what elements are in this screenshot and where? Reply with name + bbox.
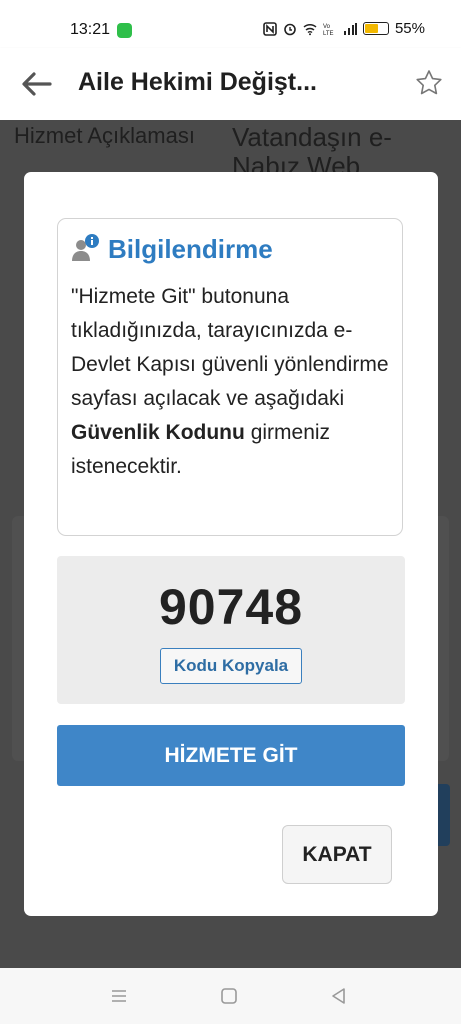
info-text-bold: Güvenlik Kodunu: [71, 421, 245, 444]
info-title: Bilgilendirme: [108, 234, 273, 264]
battery-percent: 55%: [394, 20, 425, 37]
status-bar: 13:21 Vo LTE 55%: [0, 0, 461, 48]
system-nav-bar: [0, 968, 461, 1024]
wifi-icon: [303, 23, 317, 35]
menu-icon[interactable]: [109, 986, 129, 1006]
svg-text:Vo: Vo: [323, 24, 331, 30]
user-info-icon: [72, 234, 99, 261]
battery-icon: [362, 22, 389, 35]
close-button[interactable]: KAPAT: [282, 825, 392, 884]
info-box: Bilgilendirme "Hizmete Git" butonuna tık…: [57, 218, 403, 536]
status-time: 13:21: [70, 21, 111, 38]
alarm-icon: [284, 23, 296, 35]
app-bar: Aile Hekimi Değişt...: [0, 48, 461, 120]
svg-text:LTE: LTE: [323, 31, 334, 36]
go-to-service-button[interactable]: HİZMETE GİT: [57, 725, 405, 786]
security-code: 90748: [158, 579, 304, 635]
copy-code-button[interactable]: Kodu Kopyala: [160, 648, 302, 684]
service-description-label: Hizmet Açıklaması: [14, 123, 195, 148]
home-icon[interactable]: [219, 986, 239, 1006]
star-outline-icon[interactable]: [414, 68, 444, 98]
info-text: "Hizmete Git" butonuna tıkladığınızda, t…: [71, 280, 391, 484]
info-dialog: Bilgilendirme "Hizmete Git" butonuna tık…: [24, 172, 438, 916]
back-triangle-icon[interactable]: [329, 986, 349, 1006]
nfc-icon: [263, 21, 277, 36]
arrow-left-icon[interactable]: [20, 70, 52, 98]
info-text-before: "Hizmete Git" butonuna tıkladığınızda, t…: [71, 285, 389, 410]
volte-icon: VoLTE: [323, 24, 334, 36]
security-code-box: 90748 Kodu Kopyala: [57, 556, 405, 704]
page-title: Aile Hekimi Değişt...: [78, 68, 317, 96]
message-icon: [117, 23, 132, 38]
status-icons: Vo LTE 55%: [263, 20, 425, 37]
signal-icon: [343, 22, 357, 35]
